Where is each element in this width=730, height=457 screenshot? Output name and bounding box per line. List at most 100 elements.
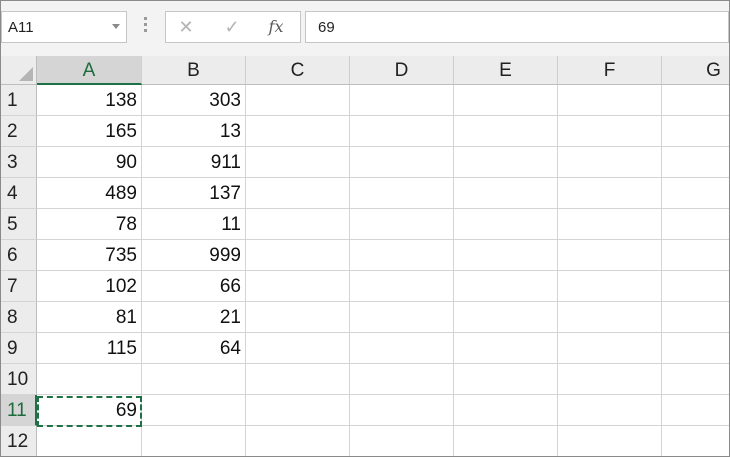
cell-c7[interactable] — [246, 271, 350, 302]
cell-f10[interactable] — [558, 364, 662, 395]
cell-e6[interactable] — [454, 240, 558, 271]
cell-f5[interactable] — [558, 209, 662, 240]
cell-e7[interactable] — [454, 271, 558, 302]
cell-b3[interactable]: 911 — [142, 147, 246, 178]
cell-c10[interactable] — [246, 364, 350, 395]
cell-e9[interactable] — [454, 333, 558, 364]
close-icon[interactable]: ✕ — [176, 17, 196, 37]
cell-a6[interactable]: 735 — [37, 240, 142, 271]
cell-e2[interactable] — [454, 116, 558, 147]
cell-d3[interactable] — [350, 147, 454, 178]
cell-f2[interactable] — [558, 116, 662, 147]
cell-c11[interactable] — [246, 395, 350, 426]
column-header-e[interactable]: E — [454, 56, 558, 85]
cell-a8[interactable]: 81 — [37, 302, 142, 333]
cell-d6[interactable] — [350, 240, 454, 271]
cell-g7[interactable] — [662, 271, 729, 302]
cell-a1[interactable]: 138 — [37, 85, 142, 116]
row-header-8[interactable]: 8 — [1, 302, 37, 333]
row-header-5[interactable]: 5 — [1, 209, 37, 240]
cell-g2[interactable] — [662, 116, 729, 147]
row-header-12[interactable]: 12 — [1, 426, 37, 456]
cell-d4[interactable] — [350, 178, 454, 209]
cell-b8[interactable]: 21 — [142, 302, 246, 333]
row-header-4[interactable]: 4 — [1, 178, 37, 209]
cell-a5[interactable]: 78 — [37, 209, 142, 240]
cell-g12[interactable] — [662, 426, 729, 456]
cell-c5[interactable] — [246, 209, 350, 240]
column-header-g[interactable]: G — [662, 56, 729, 85]
row-header-1[interactable]: 1 — [1, 85, 37, 116]
cell-a9[interactable]: 115 — [37, 333, 142, 364]
cell-c12[interactable] — [246, 426, 350, 456]
column-header-d[interactable]: D — [350, 56, 454, 85]
cell-a10[interactable] — [37, 364, 142, 395]
cell-e5[interactable] — [454, 209, 558, 240]
cell-g3[interactable] — [662, 147, 729, 178]
cell-e3[interactable] — [454, 147, 558, 178]
select-all-button[interactable] — [1, 56, 37, 85]
cell-c3[interactable] — [246, 147, 350, 178]
column-header-f[interactable]: F — [558, 56, 662, 85]
cell-d11[interactable] — [350, 395, 454, 426]
cell-d12[interactable] — [350, 426, 454, 456]
cell-g10[interactable] — [662, 364, 729, 395]
cell-d8[interactable] — [350, 302, 454, 333]
row-header-2[interactable]: 2 — [1, 116, 37, 147]
cell-g6[interactable] — [662, 240, 729, 271]
cell-b11[interactable] — [142, 395, 246, 426]
cell-b4[interactable]: 137 — [142, 178, 246, 209]
cell-g11[interactable] — [662, 395, 729, 426]
cell-c8[interactable] — [246, 302, 350, 333]
cell-f7[interactable] — [558, 271, 662, 302]
insert-function-icon[interactable]: fx — [266, 17, 286, 37]
column-header-c[interactable]: C — [246, 56, 350, 85]
cell-a7[interactable]: 102 — [37, 271, 142, 302]
cell-b1[interactable]: 303 — [142, 85, 246, 116]
cell-e1[interactable] — [454, 85, 558, 116]
cell-b9[interactable]: 64 — [142, 333, 246, 364]
row-header-3[interactable]: 3 — [1, 147, 37, 178]
cell-d9[interactable] — [350, 333, 454, 364]
row-header-7[interactable]: 7 — [1, 271, 37, 302]
cell-f4[interactable] — [558, 178, 662, 209]
cell-b7[interactable]: 66 — [142, 271, 246, 302]
cell-d2[interactable] — [350, 116, 454, 147]
cell-e10[interactable] — [454, 364, 558, 395]
cell-d5[interactable] — [350, 209, 454, 240]
cell-c2[interactable] — [246, 116, 350, 147]
cell-b10[interactable] — [142, 364, 246, 395]
row-header-9[interactable]: 9 — [1, 333, 37, 364]
cell-g9[interactable] — [662, 333, 729, 364]
cell-a3[interactable]: 90 — [37, 147, 142, 178]
column-header-b[interactable]: B — [142, 56, 246, 85]
cell-c6[interactable] — [246, 240, 350, 271]
cell-f3[interactable] — [558, 147, 662, 178]
cell-a12[interactable] — [37, 426, 142, 456]
cell-e4[interactable] — [454, 178, 558, 209]
cell-f6[interactable] — [558, 240, 662, 271]
chevron-down-icon[interactable] — [112, 24, 120, 29]
cell-c9[interactable] — [246, 333, 350, 364]
cell-g5[interactable] — [662, 209, 729, 240]
cell-f1[interactable] — [558, 85, 662, 116]
cell-d10[interactable] — [350, 364, 454, 395]
cell-b6[interactable]: 999 — [142, 240, 246, 271]
cell-f11[interactable] — [558, 395, 662, 426]
cell-c1[interactable] — [246, 85, 350, 116]
cell-b2[interactable]: 13 — [142, 116, 246, 147]
cell-a2[interactable]: 165 — [37, 116, 142, 147]
check-icon[interactable]: ✓ — [222, 17, 242, 37]
cell-e12[interactable] — [454, 426, 558, 456]
cell-d1[interactable] — [350, 85, 454, 116]
cell-d7[interactable] — [350, 271, 454, 302]
row-header-11[interactable]: 11 — [1, 395, 37, 426]
cell-g8[interactable] — [662, 302, 729, 333]
name-box[interactable]: A11 — [1, 11, 127, 43]
cell-b12[interactable] — [142, 426, 246, 456]
column-header-a[interactable]: A — [37, 56, 142, 85]
cell-g1[interactable] — [662, 85, 729, 116]
cell-g4[interactable] — [662, 178, 729, 209]
cell-e11[interactable] — [454, 395, 558, 426]
cell-f9[interactable] — [558, 333, 662, 364]
